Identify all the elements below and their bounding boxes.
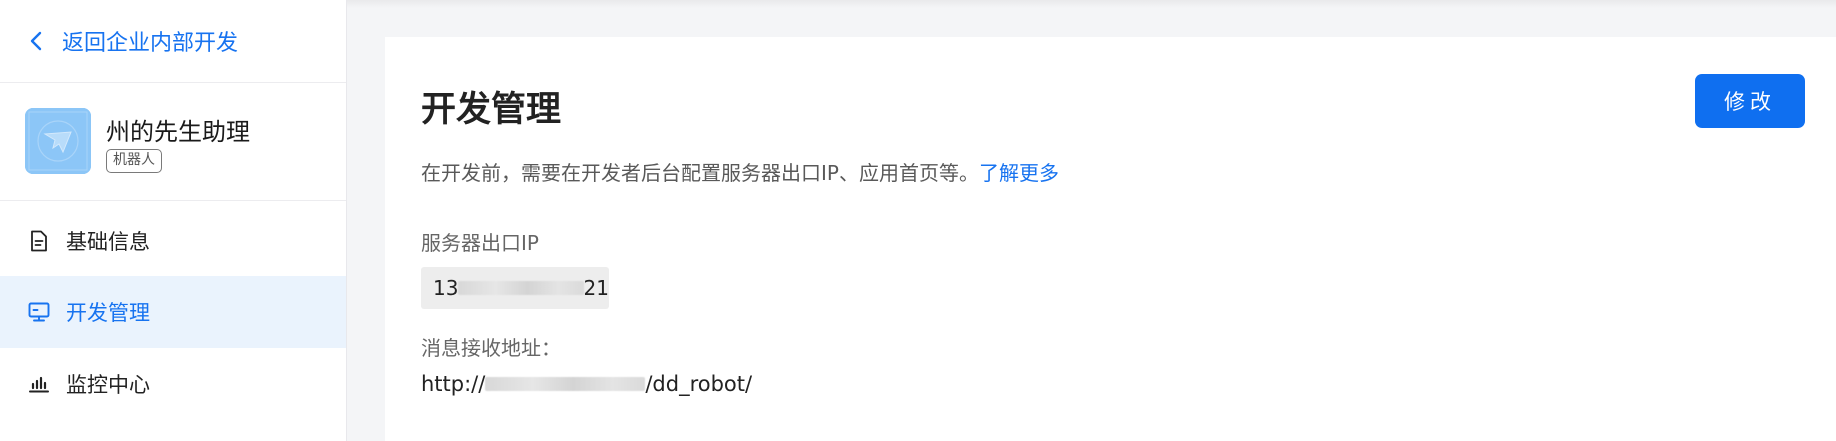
description: 在开发前，需要在开发者后台配置服务器出口IP、应用首页等。了解更多: [421, 157, 1059, 186]
sidebar-item-label: 开发管理: [66, 301, 150, 325]
document-icon: [28, 230, 50, 252]
chevron-left-icon: [30, 31, 42, 51]
sidebar-item-monitoring[interactable]: 监控中心: [0, 348, 346, 420]
redacted-host: [485, 377, 646, 391]
app-name: 州的先生助理: [106, 118, 250, 146]
message-url-label: 消息接收地址：: [421, 336, 561, 360]
app-logo: [25, 108, 91, 174]
app-card: 州的先生助理 机器人: [0, 84, 346, 201]
redacted-ip: [458, 281, 584, 295]
back-link-label: 返回企业内部开发: [62, 31, 239, 56]
message-url-suffix: /dd_robot/: [645, 372, 753, 396]
sidebar: 返回企业内部开发 州的先生助理 机器人 基础信息 开发管理 监控中心: [0, 0, 347, 441]
page-title: 开发管理: [421, 90, 562, 130]
server-ip-suffix: 21: [583, 276, 609, 300]
sidebar-item-basic-info[interactable]: 基础信息: [0, 205, 346, 277]
back-link[interactable]: 返回企业内部开发: [0, 0, 346, 83]
sidebar-item-dev-management[interactable]: 开发管理: [0, 276, 346, 348]
message-url-prefix: http://: [421, 372, 486, 396]
bar-chart-icon: [28, 373, 50, 395]
edit-button[interactable]: 修改: [1695, 74, 1805, 128]
server-ip-value: 13 21: [421, 267, 609, 309]
server-ip-label: 服务器出口IP: [421, 231, 539, 255]
main-panel: 开发管理 修改 在开发前，需要在开发者后台配置服务器出口IP、应用首页等。了解更…: [385, 37, 1836, 441]
sidebar-item-label: 基础信息: [66, 230, 150, 254]
server-ip-prefix: 13: [433, 276, 459, 300]
sidebar-item-label: 监控中心: [66, 373, 150, 397]
monitor-icon: [28, 301, 50, 323]
message-url-value: http:// /dd_robot/: [421, 372, 752, 396]
learn-more-link[interactable]: 了解更多: [979, 161, 1059, 185]
description-text: 在开发前，需要在开发者后台配置服务器出口IP、应用首页等。: [421, 161, 979, 185]
app-type-badge: 机器人: [106, 149, 162, 173]
